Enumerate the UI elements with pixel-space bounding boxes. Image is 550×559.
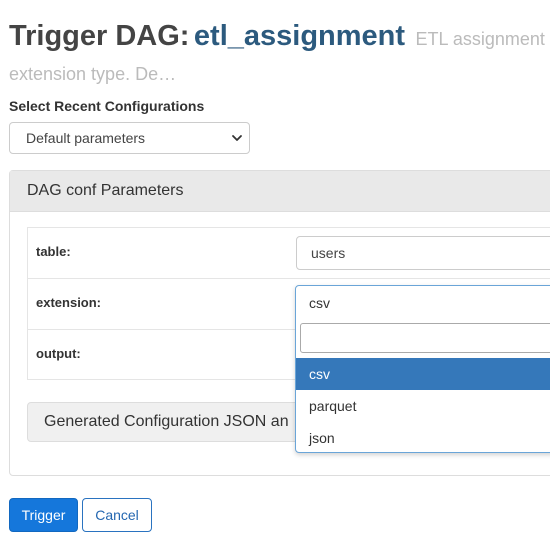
title-prefix: Trigger DAG: xyxy=(9,20,190,52)
extension-current-value[interactable]: csv xyxy=(296,286,550,320)
param-row-table: table: users xyxy=(28,228,550,279)
page-title: Trigger DAG: etl_assignment ETL assignme… xyxy=(9,20,545,53)
dag-id-link[interactable]: etl_assignment xyxy=(194,20,405,52)
dag-description-continued: extension type. De… xyxy=(9,64,177,84)
chevron-down-icon xyxy=(232,135,242,141)
extension-option-json[interactable]: json xyxy=(296,422,550,452)
trigger-dag-page: Trigger DAG: etl_assignment ETL assignme… xyxy=(0,0,550,559)
extension-dropdown[interactable]: csv csv parquet json xyxy=(295,285,550,453)
panel-title: DAG conf Parameters xyxy=(27,182,184,199)
option-label: csv xyxy=(309,366,330,382)
cancel-button[interactable]: Cancel xyxy=(82,498,152,532)
extension-option-csv[interactable]: csv xyxy=(296,358,550,390)
param-label-extension: extension: xyxy=(36,295,102,310)
recent-configs-label: Select Recent Configurations xyxy=(9,98,205,114)
recent-configs-select[interactable]: Default parameters xyxy=(9,122,250,154)
dag-description: ETL assignment xyxy=(415,29,545,49)
param-label-output: output: xyxy=(36,346,81,361)
extension-search-input[interactable] xyxy=(300,323,550,353)
table-input-value: users xyxy=(311,245,346,261)
panel-heading: DAG conf Parameters xyxy=(10,171,550,212)
param-label-table: table: xyxy=(36,244,71,259)
extension-option-parquet[interactable]: parquet xyxy=(296,390,550,422)
option-label: json xyxy=(309,430,335,446)
trigger-button[interactable]: Trigger xyxy=(9,498,78,532)
extension-current-text: csv xyxy=(309,295,330,311)
recent-configs-selected: Default parameters xyxy=(26,130,146,146)
generated-config-label: Generated Configuration JSON an xyxy=(44,413,289,430)
table-input[interactable]: users xyxy=(296,236,550,270)
option-label: parquet xyxy=(309,398,357,414)
